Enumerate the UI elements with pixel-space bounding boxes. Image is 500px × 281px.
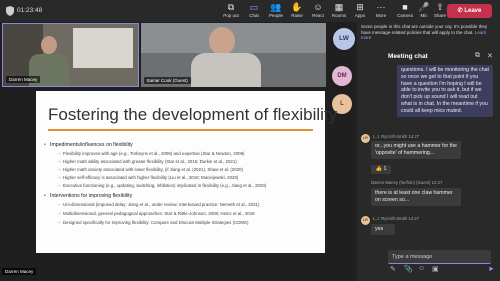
more-button[interactable]: ··· More [370,2,392,21]
slide-divider [48,129,313,131]
apps-button[interactable]: ⊞ Apps [349,2,371,21]
attach-icon[interactable]: 📎 [404,265,413,273]
message-time: 14:27 [408,216,420,221]
chat-message: or...you might use a hammer for the 'opp… [371,141,461,159]
format-icon[interactable]: ✎ [390,265,396,273]
raise-label: Raise [291,13,303,18]
slide-bullet: Executive functioning (e.g., updating, s… [58,183,266,188]
message-input[interactable]: Type a message [388,250,491,264]
slide-bullet: Higher math anxiety associated with lowe… [58,167,243,172]
emoji-icon[interactable]: ☺ [418,265,425,272]
rooms-icon: ▦ [334,2,344,12]
apps-label: Apps [354,13,366,18]
compose-toolbar: ✎ 📎 ☺ ▣ ➤ [388,265,498,277]
slide-bullet: Uni-dimensional (imposed delay: Jiang et… [58,202,259,207]
shield-icon [6,6,14,16]
raise-hand-icon: ✋ [291,2,303,12]
chat-message: there is at least one claw hammer on scr… [371,188,461,206]
chat-panel: Some people in this chat are outside you… [357,22,500,281]
meeting-toolbar: 01:23:48 ⧉ Pop out ▭ Chat 👥 People ✋ Rai… [0,0,500,22]
close-icon[interactable]: ✕ [487,52,493,60]
avatar: LR [361,134,370,143]
message-time: 14:27 [408,134,420,139]
person-body [191,53,261,87]
message-meta: L.J. Rycroft-Smith 14:27 [373,216,419,221]
person-head [41,36,57,54]
avatar: LR [361,216,370,225]
rooms-button[interactable]: ▦ Rooms [328,2,350,21]
people-icon: 👥 [270,2,282,12]
participant-video-tile[interactable]: Darren Macey [2,23,139,87]
message-meta: Darren Macey (he/him) (Guest) 14:27 [371,180,442,185]
reaction-count: 1 [383,166,387,172]
participant-name: Darren Macey [6,76,41,83]
chat-message: questions. I will be monitoring the chat… [397,65,493,117]
slide-bullet: Higher math ability associated with grea… [58,159,237,164]
message-author: L.J. Rycroft-Smith [373,134,408,139]
slide-bullet-heading: Impediments/influences on flexibility [44,142,133,148]
gif-icon[interactable]: ▣ [432,265,439,273]
external-org-notice: Some people in this chat are outside you… [361,24,497,41]
more-icon: ··· [376,2,386,12]
chat-message: yes [371,224,395,235]
react-button[interactable]: ☺ React [307,2,329,21]
avatar[interactable]: LW [333,28,355,50]
leave-button[interactable]: ✆ Leave [447,4,492,18]
participant-name: Itamar Cook (Guest) [144,77,191,84]
chat-icon: ▭ [249,2,259,12]
thumbs-up-icon: 👍 [375,166,383,172]
chat-button[interactable]: ▭ Chat [243,2,265,21]
pop-out-button[interactable]: ⧉ Pop out [220,2,242,21]
chat-label: Chat [249,13,259,18]
chat-title: Meeting chat [388,53,428,60]
message-author: L.J. Rycroft-Smith [373,216,408,221]
reaction-badge[interactable]: 👍 1 [371,165,391,174]
people-label: People [268,13,283,18]
slide-title: Fostering the development of flexibility [48,105,338,124]
meeting-timer: 01:23:48 [17,7,43,14]
more-label: More [375,13,387,18]
pop-out-chat-icon[interactable]: ⧉ [475,52,480,60]
notice-text: Some people in this chat are outside you… [361,24,488,35]
message-time: 14:27 [431,180,443,185]
people-button[interactable]: 👥 People [265,2,287,21]
send-icon[interactable]: ➤ [488,265,494,273]
shared-slide: Fostering the development of flexibility… [36,91,337,253]
message-author: Darren Macey (he/him) (Guest) [371,180,431,185]
react-label: React [312,13,324,18]
person-head [209,27,235,55]
slide-bullet: Higher self-efficacy is associated with … [58,175,238,180]
slide-bullet: Flexibility improves with age (e.g., Tor… [58,151,244,156]
slide-bullet: Designed specifically for improving flex… [58,220,248,225]
pop-out-label: Pop out [223,13,239,18]
react-icon: ☺ [313,2,323,12]
presenter-name-tag: Darren Macey [2,268,37,275]
rooms-label: Rooms [331,13,347,18]
pop-out-icon: ⧉ [227,2,235,12]
slide-bullet-heading: Interventions for improving flexibility [44,193,132,199]
participant-video-tile[interactable]: Itamar Cook (Guest) [141,23,326,87]
background-whiteboard [73,28,133,68]
message-meta: L.J. Rycroft-Smith 14:27 [373,134,419,139]
leave-label: Leave [464,8,482,14]
apps-icon: ⊞ [356,2,364,12]
raise-hand-button[interactable]: ✋ Raise [286,2,308,21]
slide-bullet: Multidimensional, general pedagogical ap… [58,211,255,216]
avatar[interactable]: DM [332,66,352,86]
